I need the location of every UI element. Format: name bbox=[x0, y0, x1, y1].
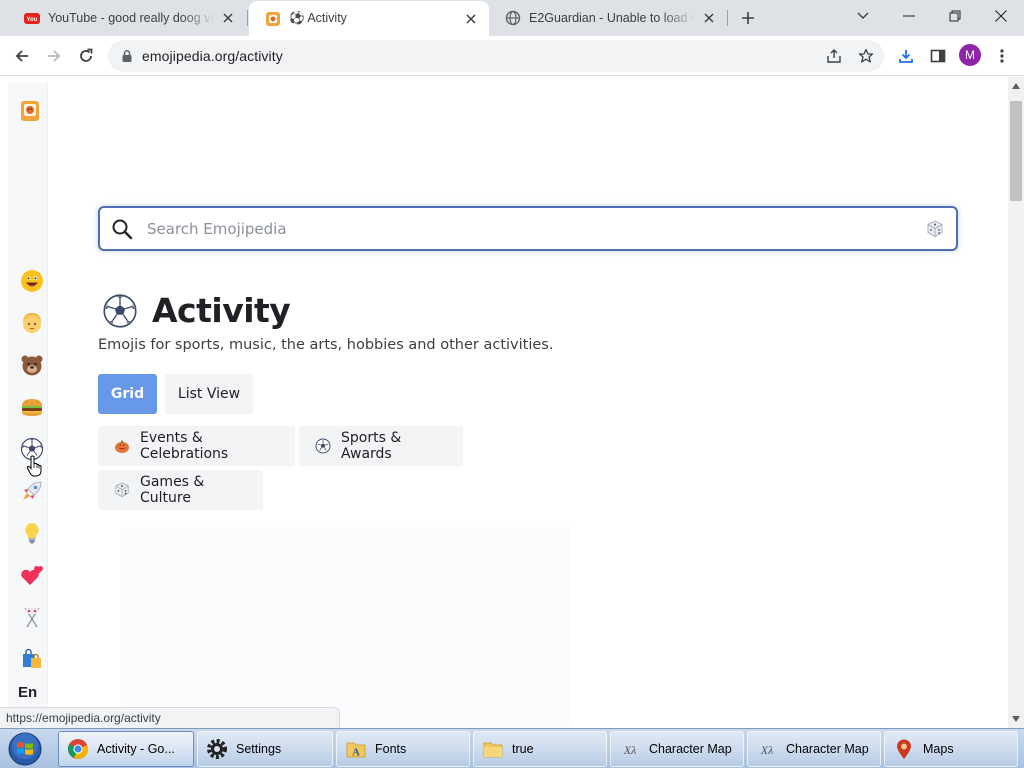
close-window-button[interactable] bbox=[978, 0, 1024, 32]
emojipedia-icon bbox=[265, 11, 281, 27]
shopping-bags-icon[interactable] bbox=[18, 645, 46, 673]
taskbar-item-chrome[interactable]: Activity - Go... bbox=[58, 731, 194, 767]
new-tab-button[interactable] bbox=[736, 6, 760, 30]
category-games-culture[interactable]: Games & Culture bbox=[98, 470, 263, 510]
fonts-folder-icon: A bbox=[345, 738, 367, 760]
list-view-button[interactable]: List View bbox=[165, 374, 253, 414]
taskbar-item-label: Maps bbox=[923, 742, 954, 756]
category-events-celebrations[interactable]: Events & Celebrations bbox=[98, 426, 295, 466]
hand-cursor-icon bbox=[26, 455, 44, 477]
download-icon[interactable] bbox=[892, 42, 920, 70]
close-tab-icon[interactable] bbox=[220, 10, 236, 26]
taskbar-item-label: Activity - Go... bbox=[97, 742, 175, 756]
reload-button[interactable] bbox=[72, 42, 100, 70]
category-label: Events & Celebrations bbox=[140, 430, 229, 462]
address-url: emojipedia.org/activity bbox=[142, 48, 283, 64]
two-hearts-icon[interactable] bbox=[18, 561, 46, 589]
soccer-ball-icon bbox=[315, 438, 331, 454]
loading-placeholder bbox=[120, 527, 570, 727]
tab-activity[interactable]: ⚽ Activity bbox=[249, 1, 489, 36]
tab-e2guardian[interactable]: E2Guardian - Unable to load web bbox=[489, 0, 727, 36]
tab-title: YouTube - good really doog vide bbox=[48, 11, 214, 25]
taskbar-item-fonts[interactable]: A Fonts bbox=[336, 731, 470, 767]
tab-separator bbox=[247, 10, 248, 26]
character-map-icon: Χλ bbox=[619, 738, 641, 760]
chrome-icon bbox=[67, 738, 89, 760]
character-map-icon: Χλ bbox=[756, 738, 778, 760]
tab-youtube[interactable]: You YouTube - good really doog vide bbox=[8, 0, 246, 36]
taskbar-item-character-map-2[interactable]: Χλ Character Map bbox=[747, 731, 881, 767]
folder-icon bbox=[482, 738, 504, 760]
svg-text:Χλ: Χλ bbox=[760, 743, 774, 757]
tab-title: E2Guardian - Unable to load web bbox=[529, 11, 695, 25]
jack-o-lantern-icon bbox=[114, 438, 130, 454]
taskbar-item-label: Settings bbox=[236, 742, 282, 756]
emojipedia-logo-icon[interactable] bbox=[16, 97, 44, 125]
bookmark-star-icon[interactable] bbox=[852, 42, 880, 70]
person-face-icon[interactable] bbox=[18, 309, 46, 337]
language-selector[interactable]: En bbox=[18, 684, 37, 701]
search-icon bbox=[111, 218, 133, 240]
minimize-button[interactable] bbox=[886, 0, 932, 32]
crossed-flags-icon[interactable] bbox=[18, 603, 46, 631]
taskbar-item-character-map[interactable]: Χλ Character Map bbox=[610, 731, 744, 767]
tab-title: ⚽ Activity bbox=[289, 11, 347, 25]
browser-toolbar: emojipedia.org/activity M bbox=[0, 36, 1024, 76]
page-viewport: En Activity Emojis for sports, music, th… bbox=[0, 77, 1008, 728]
taskbar-item-label: Fonts bbox=[375, 742, 407, 756]
bear-face-icon[interactable] bbox=[18, 351, 46, 379]
gear-icon bbox=[206, 738, 228, 760]
search-box[interactable] bbox=[98, 206, 958, 251]
rocket-icon[interactable] bbox=[18, 477, 46, 505]
lock-icon bbox=[120, 49, 134, 63]
taskbar-item-settings[interactable]: Settings bbox=[197, 731, 333, 767]
svg-text:Χλ: Χλ bbox=[623, 743, 637, 757]
status-bar-url: https://emojipedia.org/activity bbox=[0, 707, 340, 728]
page-scrollbar[interactable] bbox=[1008, 77, 1024, 728]
grinning-face-icon[interactable] bbox=[18, 267, 46, 295]
maps-icon bbox=[893, 738, 915, 760]
windows-taskbar: Activity - Go... Settings A Fonts true Χ… bbox=[0, 728, 1024, 768]
close-tab-icon[interactable] bbox=[701, 10, 717, 26]
tab-search-button[interactable] bbox=[840, 0, 886, 32]
restore-button[interactable] bbox=[932, 0, 978, 32]
soccer-ball-icon bbox=[102, 293, 138, 329]
menu-kebab-icon[interactable] bbox=[988, 42, 1016, 70]
forward-button[interactable] bbox=[40, 42, 68, 70]
side-panel-icon[interactable] bbox=[924, 42, 952, 70]
taskbar-item-label: true bbox=[512, 742, 534, 756]
scroll-down-arrow-icon[interactable] bbox=[1008, 712, 1024, 726]
scrollbar-thumb[interactable] bbox=[1010, 101, 1022, 201]
tab-separator bbox=[727, 10, 728, 26]
game-die-icon bbox=[114, 482, 130, 498]
close-tab-icon[interactable] bbox=[463, 11, 479, 27]
svg-text:A: A bbox=[352, 747, 360, 759]
back-button[interactable] bbox=[8, 42, 36, 70]
category-sports-awards[interactable]: Sports & Awards bbox=[299, 426, 463, 466]
scroll-up-arrow-icon[interactable] bbox=[1008, 79, 1024, 93]
address-bar[interactable]: emojipedia.org/activity bbox=[108, 40, 884, 72]
page-title: Activity bbox=[152, 291, 291, 330]
page-description: Emojis for sports, music, the arts, hobb… bbox=[98, 337, 554, 353]
share-icon[interactable] bbox=[820, 42, 848, 70]
profile-avatar[interactable]: M bbox=[959, 44, 981, 66]
globe-icon bbox=[505, 10, 521, 26]
search-input[interactable] bbox=[147, 219, 887, 238]
tab-strip: You YouTube - good really doog vide ⚽ Ac… bbox=[0, 0, 1024, 36]
category-label: Games & Culture bbox=[140, 474, 205, 506]
light-bulb-icon[interactable] bbox=[18, 519, 46, 547]
taskbar-item-maps[interactable]: Maps bbox=[884, 731, 1018, 767]
grid-view-button[interactable]: Grid bbox=[98, 374, 157, 414]
youtube-icon: You bbox=[24, 10, 40, 26]
random-emoji-dice-icon[interactable] bbox=[926, 220, 944, 238]
page-heading: Activity bbox=[102, 291, 291, 330]
category-label: Sports & Awards bbox=[341, 430, 402, 462]
category-sidebar: En bbox=[8, 83, 48, 728]
taskbar-item-label: Character Map bbox=[786, 742, 869, 756]
svg-text:You: You bbox=[27, 17, 38, 23]
start-button[interactable] bbox=[6, 731, 44, 767]
taskbar-item-label: Character Map bbox=[649, 742, 732, 756]
hamburger-icon[interactable] bbox=[18, 393, 46, 421]
taskbar-item-folder[interactable]: true bbox=[473, 731, 607, 767]
